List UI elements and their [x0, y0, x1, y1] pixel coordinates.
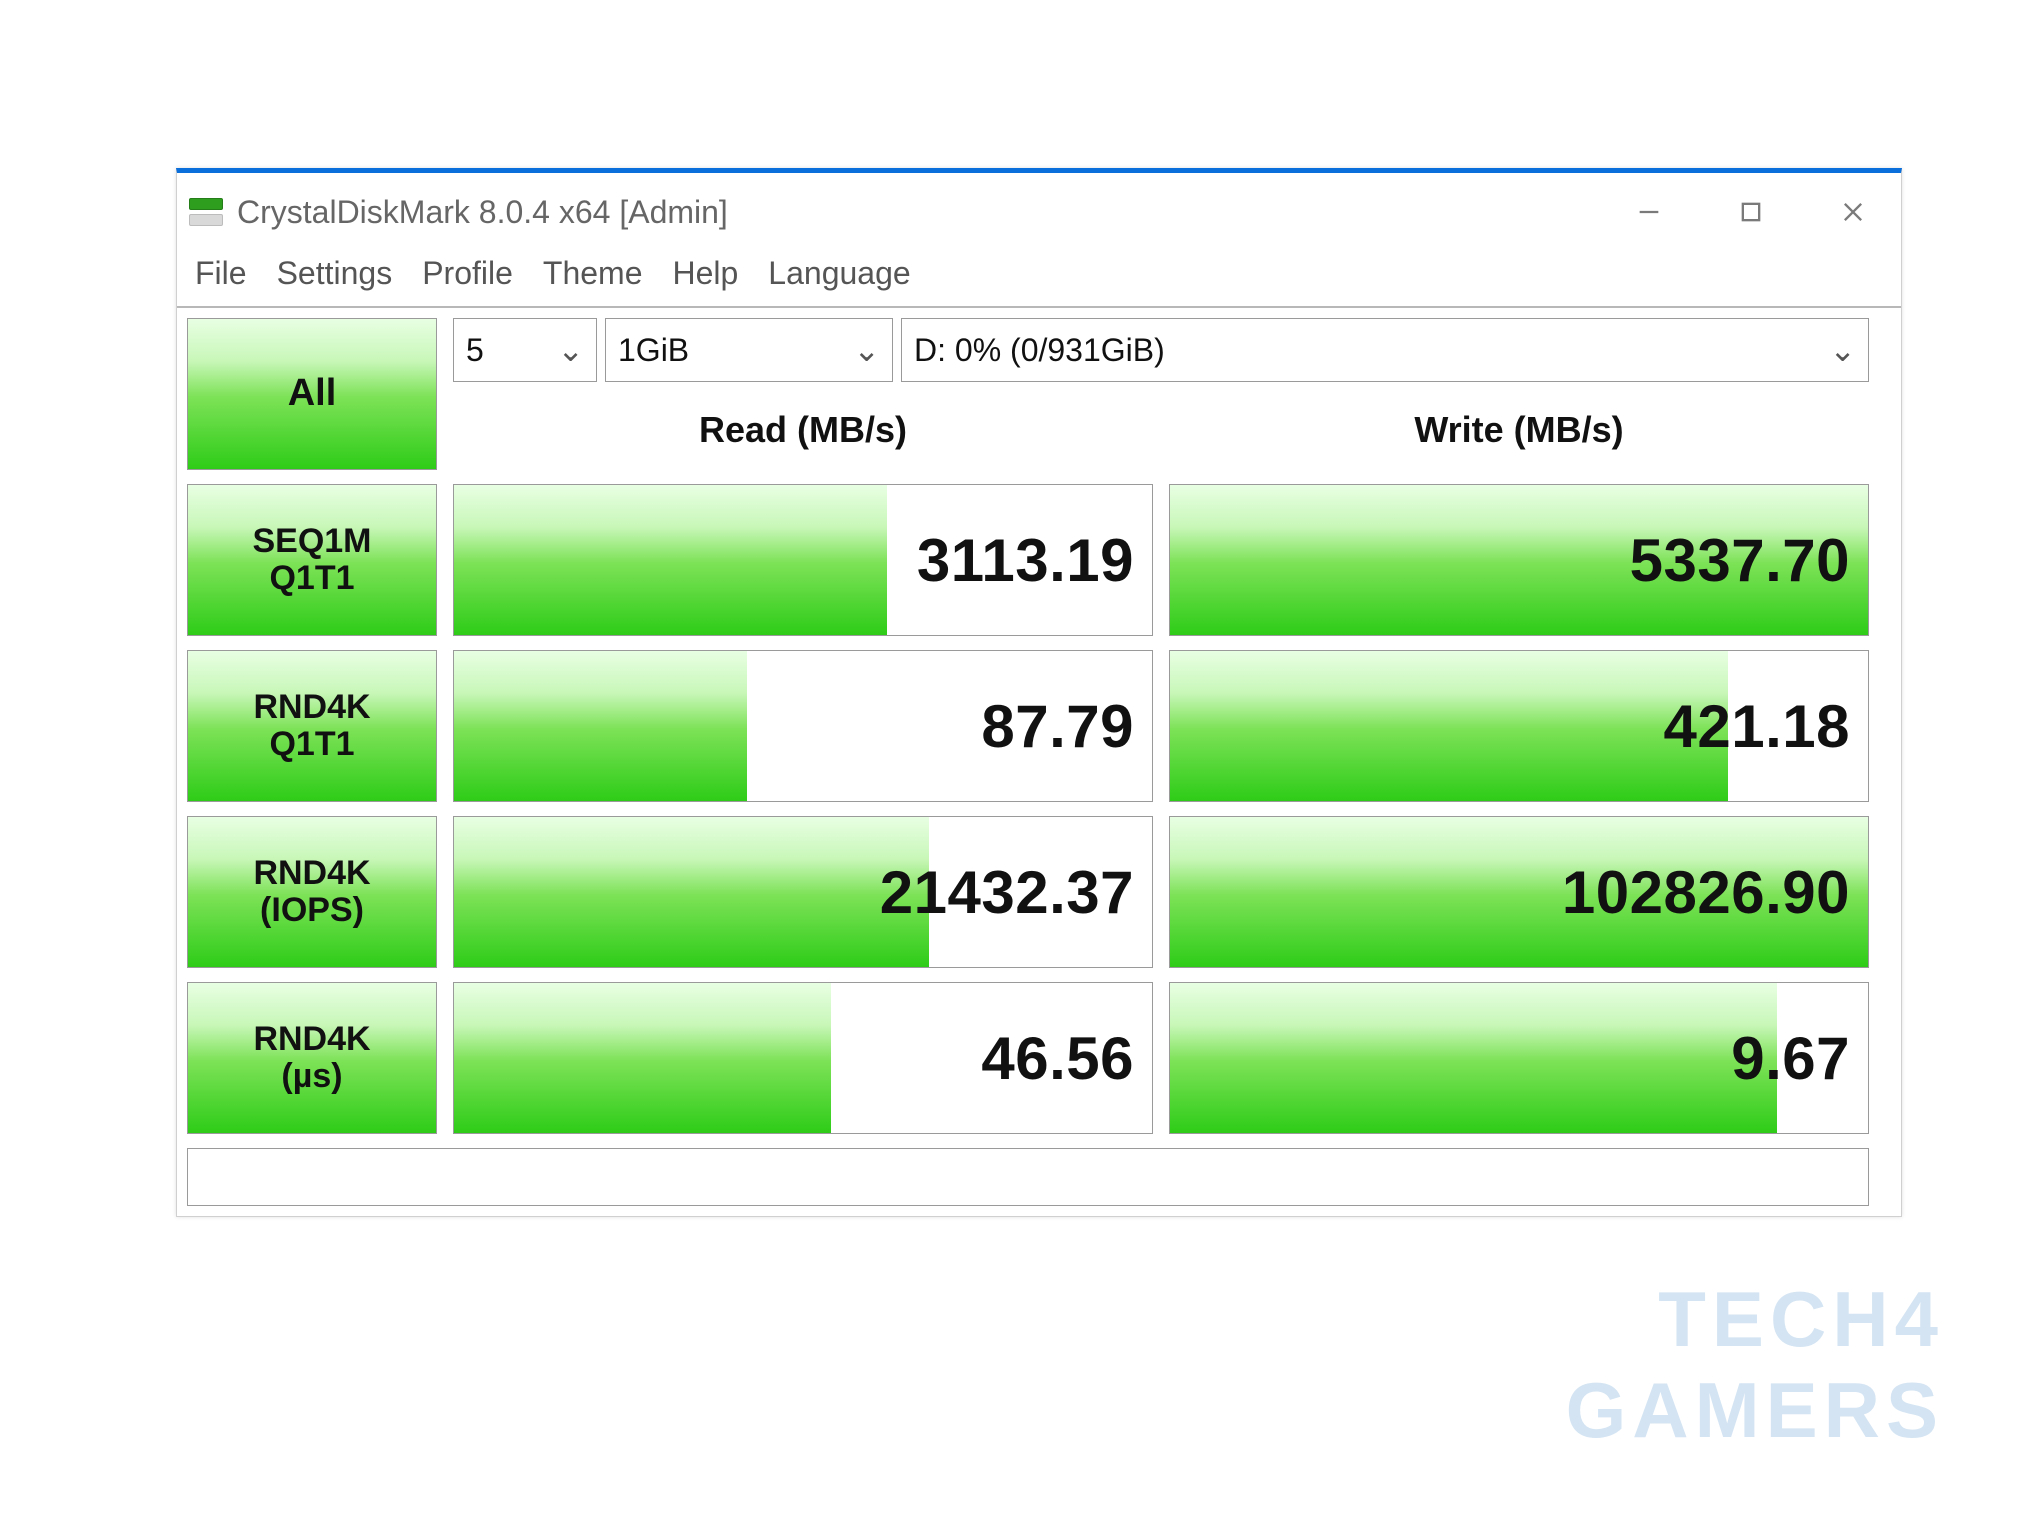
menubar: File Settings Profile Theme Help Languag…	[177, 251, 1901, 308]
test-size-value: 1GiB	[618, 332, 689, 369]
row-label-line2: Q1T1	[269, 725, 354, 763]
results-grid: All 5 ⌄ 1GiB ⌄ D: 0% (0/931GiB)	[187, 318, 1891, 1206]
run-seq1m-q1t1-button[interactable]: SEQ1MQ1T1	[187, 484, 437, 636]
write-seq1m-q1t1-cell: 5337.70	[1169, 484, 1869, 636]
read-rnd4k-latency-value: 46.56	[981, 1024, 1134, 1093]
top-controls: 5 ⌄ 1GiB ⌄ D: 0% (0/931GiB) ⌄ R	[453, 318, 1869, 468]
read-seq1m-q1t1-value: 3113.19	[917, 526, 1134, 595]
watermark-line1: TECH4	[1566, 1274, 1944, 1365]
run-rnd4k-iops-button[interactable]: RND4K(IOPS)	[187, 816, 437, 968]
run-count-value: 5	[466, 332, 484, 369]
read-header: Read (MB/s)	[453, 388, 1153, 468]
menu-theme[interactable]: Theme	[543, 255, 643, 292]
menu-help[interactable]: Help	[672, 255, 738, 292]
window-title: CrystalDiskMark 8.0.4 x64 [Admin]	[237, 194, 1629, 231]
window-controls	[1629, 192, 1895, 232]
close-button[interactable]	[1833, 192, 1873, 232]
write-rnd4k-latency-cell: 9.67	[1169, 982, 1869, 1134]
watermark-line2: GAMERS	[1566, 1365, 1944, 1456]
drive-value: D: 0% (0/931GiB)	[914, 332, 1165, 369]
menu-settings[interactable]: Settings	[277, 255, 393, 292]
chevron-down-icon: ⌄	[1829, 331, 1856, 369]
run-rnd4k-q1t1-button[interactable]: RND4KQ1T1	[187, 650, 437, 802]
titlebar: CrystalDiskMark 8.0.4 x64 [Admin]	[177, 173, 1901, 251]
app-window: CrystalDiskMark 8.0.4 x64 [Admin] File S…	[176, 168, 1902, 1217]
write-rnd4k-latency-value: 9.67	[1731, 1024, 1850, 1093]
write-seq1m-q1t1-value: 5337.70	[1630, 526, 1850, 595]
read-seq1m-q1t1-cell: 3113.19	[453, 484, 1153, 636]
row-label-line1: RND4K	[253, 688, 370, 726]
write-rnd4k-iops-cell: 102826.90	[1169, 816, 1869, 968]
row-label-line2: Q1T1	[269, 559, 354, 597]
row-label-line2: (µs)	[281, 1057, 342, 1095]
run-all-button[interactable]: All	[187, 318, 437, 470]
run-all-label: All	[288, 373, 337, 415]
write-header: Write (MB/s)	[1169, 388, 1869, 468]
run-rnd4k-latency-button[interactable]: RND4K(µs)	[187, 982, 437, 1134]
test-size-select[interactable]: 1GiB ⌄	[605, 318, 893, 382]
read-rnd4k-latency-cell: 46.56	[453, 982, 1153, 1134]
read-rnd4k-iops-cell: 21432.37	[453, 816, 1153, 968]
write-rnd4k-iops-value: 102826.90	[1562, 858, 1850, 927]
maximize-button[interactable]	[1731, 192, 1771, 232]
drive-select[interactable]: D: 0% (0/931GiB) ⌄	[901, 318, 1869, 382]
minimize-button[interactable]	[1629, 192, 1669, 232]
status-bar	[187, 1148, 1869, 1206]
row-label-line1: SEQ1M	[252, 522, 371, 560]
write-rnd4k-q1t1-value: 421.18	[1663, 692, 1850, 761]
read-rnd4k-iops-value: 21432.37	[880, 858, 1134, 927]
write-rnd4k-q1t1-cell: 421.18	[1169, 650, 1869, 802]
menu-file[interactable]: File	[195, 255, 247, 292]
row-label-line2: (IOPS)	[260, 891, 364, 929]
row-label-line1: RND4K	[253, 1020, 370, 1058]
run-count-select[interactable]: 5 ⌄	[453, 318, 597, 382]
read-rnd4k-q1t1-cell: 87.79	[453, 650, 1153, 802]
menu-language[interactable]: Language	[768, 255, 910, 292]
chevron-down-icon: ⌄	[557, 331, 584, 369]
app-icon	[189, 197, 223, 227]
watermark: TECH4 GAMERS	[1566, 1274, 1944, 1456]
row-label-line1: RND4K	[253, 854, 370, 892]
chevron-down-icon: ⌄	[853, 331, 880, 369]
menu-profile[interactable]: Profile	[422, 255, 513, 292]
read-rnd4k-q1t1-value: 87.79	[981, 692, 1134, 761]
